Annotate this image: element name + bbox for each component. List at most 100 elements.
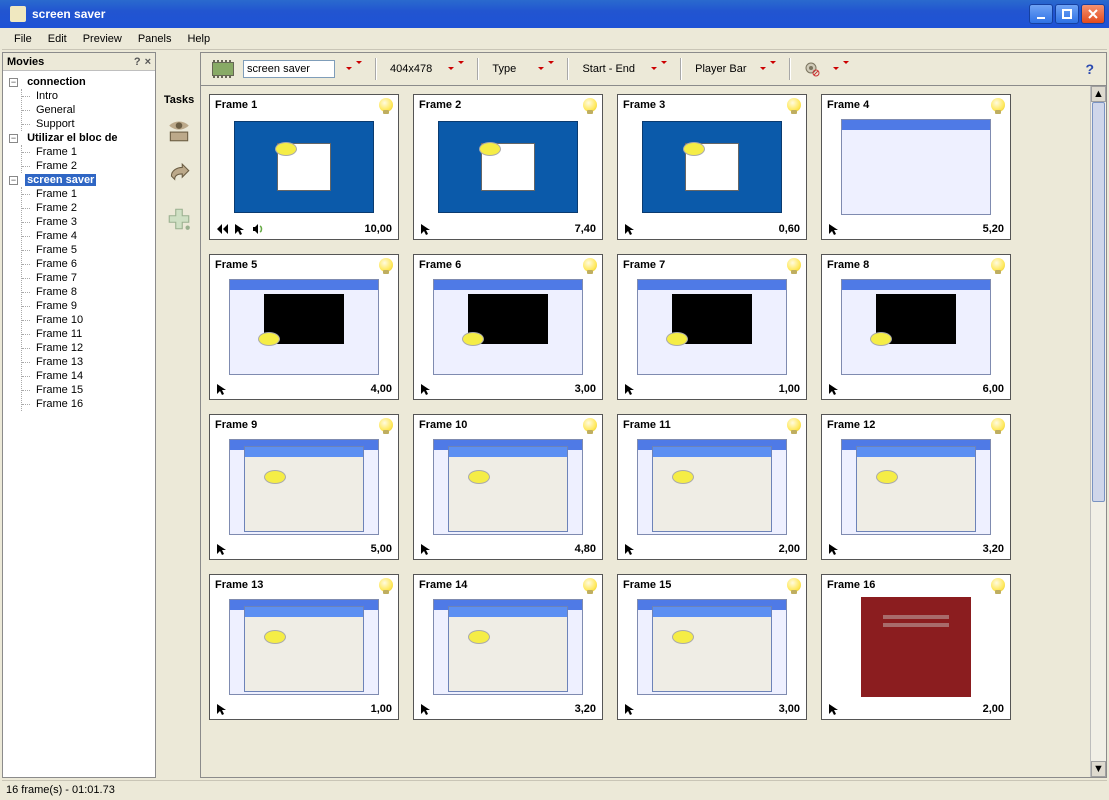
- lightbulb-icon[interactable]: [991, 578, 1005, 592]
- tree-item[interactable]: Intro: [30, 89, 153, 103]
- tree-item[interactable]: Frame 3: [30, 215, 153, 229]
- frame-card[interactable]: Frame 71,00: [617, 254, 807, 400]
- frame-thumbnail[interactable]: [224, 115, 384, 219]
- type-dropdown[interactable]: Type: [487, 58, 559, 80]
- frame-thumbnail[interactable]: [428, 115, 588, 219]
- collapse-icon[interactable]: −: [9, 176, 18, 185]
- lightbulb-icon[interactable]: [991, 418, 1005, 432]
- frame-thumbnail[interactable]: [428, 435, 588, 539]
- tree-item[interactable]: Frame 6: [30, 257, 153, 271]
- scroll-thumb[interactable]: [1092, 102, 1105, 502]
- collapse-icon[interactable]: −: [9, 78, 18, 87]
- frame-thumbnail[interactable]: [632, 435, 792, 539]
- lightbulb-icon[interactable]: [787, 98, 801, 112]
- task-redo-button[interactable]: [164, 160, 194, 190]
- frame-thumbnail[interactable]: [224, 435, 384, 539]
- frame-thumbnail[interactable]: [836, 435, 996, 539]
- tree-item[interactable]: Frame 13: [30, 355, 153, 369]
- frame-card[interactable]: Frame 123,20: [821, 414, 1011, 560]
- movies-tree[interactable]: − connection Intro General Support − Uti…: [3, 71, 155, 777]
- frame-card[interactable]: Frame 153,00: [617, 574, 807, 720]
- frame-card[interactable]: Frame 30,60: [617, 94, 807, 240]
- panel-help-button[interactable]: ?: [134, 56, 141, 68]
- maximize-button[interactable]: [1055, 4, 1079, 24]
- movie-name-input[interactable]: [243, 60, 335, 78]
- lightbulb-icon[interactable]: [583, 578, 597, 592]
- tree-node-connection[interactable]: − connection: [9, 75, 153, 89]
- tree-item[interactable]: Frame 14: [30, 369, 153, 383]
- tb-movie-icon[interactable]: [207, 58, 239, 80]
- tree-item[interactable]: Frame 9: [30, 299, 153, 313]
- tree-item[interactable]: Frame 8: [30, 285, 153, 299]
- menu-help[interactable]: Help: [179, 30, 218, 48]
- lightbulb-icon[interactable]: [379, 98, 393, 112]
- frame-card[interactable]: Frame 104,80: [413, 414, 603, 560]
- frame-thumbnail[interactable]: [224, 595, 384, 699]
- scroll-down-button[interactable]: ▼: [1091, 761, 1106, 777]
- frame-card[interactable]: Frame 95,00: [209, 414, 399, 560]
- vertical-scrollbar[interactable]: ▲ ▼: [1090, 86, 1106, 777]
- frame-thumbnail[interactable]: [428, 275, 588, 379]
- frame-thumbnail[interactable]: [836, 595, 996, 699]
- menu-preview[interactable]: Preview: [75, 30, 130, 48]
- close-button[interactable]: [1081, 4, 1105, 24]
- menu-edit[interactable]: Edit: [40, 30, 75, 48]
- minimize-button[interactable]: [1029, 4, 1053, 24]
- lightbulb-icon[interactable]: [379, 578, 393, 592]
- playerbar-dropdown[interactable]: Player Bar: [690, 58, 780, 80]
- scroll-up-button[interactable]: ▲: [1091, 86, 1106, 102]
- tree-node-screensaver[interactable]: − screen saver: [9, 173, 153, 187]
- lightbulb-icon[interactable]: [583, 98, 597, 112]
- lightbulb-icon[interactable]: [583, 418, 597, 432]
- lightbulb-icon[interactable]: [787, 578, 801, 592]
- lightbulb-icon[interactable]: [583, 258, 597, 272]
- frame-thumbnail[interactable]: [632, 595, 792, 699]
- frame-card[interactable]: Frame 110,00: [209, 94, 399, 240]
- frame-card[interactable]: Frame 112,00: [617, 414, 807, 560]
- toolbar-help-button[interactable]: ?: [1079, 61, 1100, 77]
- menu-panels[interactable]: Panels: [130, 30, 180, 48]
- tree-item[interactable]: Frame 1: [30, 187, 153, 201]
- frame-card[interactable]: Frame 54,00: [209, 254, 399, 400]
- panel-close-button[interactable]: ×: [145, 56, 151, 68]
- frame-thumbnail[interactable]: [836, 275, 996, 379]
- frame-card[interactable]: Frame 27,40: [413, 94, 603, 240]
- lightbulb-icon[interactable]: [787, 258, 801, 272]
- lightbulb-icon[interactable]: [991, 258, 1005, 272]
- tree-item[interactable]: Frame 16: [30, 397, 153, 411]
- tree-item[interactable]: Frame 10: [30, 313, 153, 327]
- tree-item[interactable]: Support: [30, 117, 153, 131]
- tree-item[interactable]: Frame 11: [30, 327, 153, 341]
- tree-item[interactable]: Frame 15: [30, 383, 153, 397]
- lightbulb-icon[interactable]: [379, 418, 393, 432]
- movie-name-dropdown[interactable]: [339, 58, 367, 80]
- tree-item[interactable]: Frame 7: [30, 271, 153, 285]
- frame-thumbnail[interactable]: [428, 595, 588, 699]
- tree-item[interactable]: Frame 5: [30, 243, 153, 257]
- frame-card[interactable]: Frame 143,20: [413, 574, 603, 720]
- frame-card[interactable]: Frame 63,00: [413, 254, 603, 400]
- frame-thumbnail[interactable]: [836, 115, 996, 219]
- size-dropdown[interactable]: 404x478: [385, 58, 469, 80]
- lightbulb-icon[interactable]: [991, 98, 1005, 112]
- frame-card[interactable]: Frame 131,00: [209, 574, 399, 720]
- tree-item[interactable]: General: [30, 103, 153, 117]
- frame-card[interactable]: Frame 86,00: [821, 254, 1011, 400]
- tree-item[interactable]: Frame 2: [30, 201, 153, 215]
- tree-item[interactable]: Frame 2: [30, 159, 153, 173]
- tree-item[interactable]: Frame 4: [30, 229, 153, 243]
- task-add-button[interactable]: [164, 204, 194, 234]
- tree-item[interactable]: Frame 1: [30, 145, 153, 159]
- tree-node-bloc[interactable]: − Utilizar el bloc de: [9, 131, 153, 145]
- frame-card[interactable]: Frame 162,00: [821, 574, 1011, 720]
- lightbulb-icon[interactable]: [787, 418, 801, 432]
- frame-thumbnail[interactable]: [632, 275, 792, 379]
- tree-item[interactable]: Frame 12: [30, 341, 153, 355]
- frame-thumbnail[interactable]: [632, 115, 792, 219]
- frame-card[interactable]: Frame 45,20: [821, 94, 1011, 240]
- frame-thumbnail[interactable]: [224, 275, 384, 379]
- settings-dropdown[interactable]: [799, 58, 854, 80]
- task-preview-button[interactable]: [164, 116, 194, 146]
- startend-dropdown[interactable]: Start - End: [577, 58, 672, 80]
- menu-file[interactable]: File: [6, 30, 40, 48]
